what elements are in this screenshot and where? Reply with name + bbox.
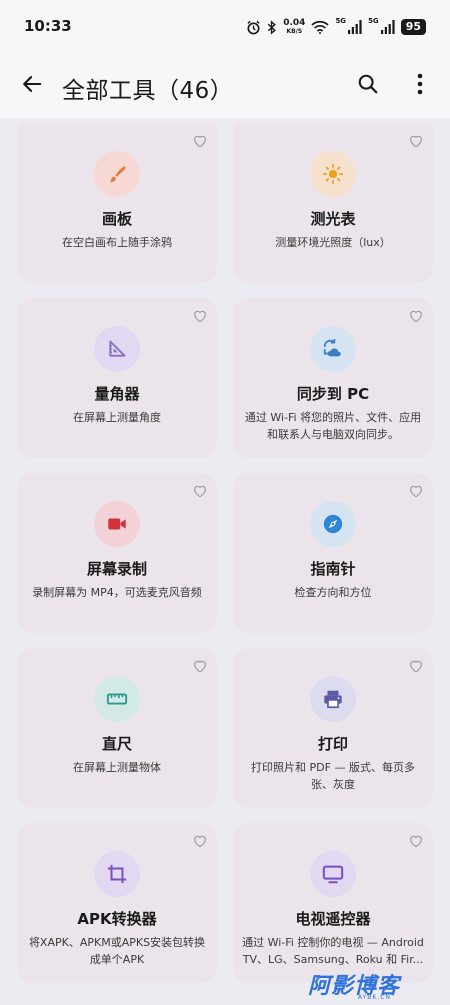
heart-icon[interactable] [408,133,424,149]
tool-icon-circle [310,676,356,722]
sync-cloud-icon [323,338,341,357]
page-title: 全部工具（46） [62,78,234,104]
tool-description: 测量环境光照度（lux） [275,236,391,249]
network-speed-value: 0.04 [283,18,306,28]
tool-description: 将XAPK、APKM或APKS安装包转换成单个APK [28,936,206,966]
tool-card-tv-remote[interactable]: 电视遥控器 通过 Wi-Fi 控制你的电视 — Android TV、LG、Sa… [233,823,433,983]
tool-description: 打印照片和 PDF — 版式、每页多张、灰度 [251,761,415,791]
heart-icon[interactable] [192,308,208,324]
tool-title: 电视遥控器 [295,910,371,928]
tool-card-compass[interactable]: 指南针 检查方向和方位 [233,473,433,633]
crop-icon [107,864,127,884]
tool-description: 通过 Wi-Fi 将您的照片、文件、应用和联系人与电脑双向同步。 [244,411,422,441]
tool-description: 通过 Wi-Fi 控制你的电视 — Android TV、LG、Samsung、… [242,936,424,966]
tool-title: 画板 [101,210,132,228]
tool-card-ruler[interactable]: 直尺 在屏幕上测量物体 [17,648,217,808]
printer-icon [324,690,342,709]
heart-icon[interactable] [408,308,424,324]
battery-indicator: 95 [400,19,426,35]
alarm-icon [246,20,261,35]
watermark-subtext: AYBK.CN [358,994,391,1001]
network-speed: 0.04 KB/S [283,18,306,36]
cell-signal-1-icon [348,20,362,34]
video-camera-icon [108,518,126,530]
tool-icon-circle [310,151,356,197]
set-square-icon [109,340,126,357]
tool-title: 指南针 [310,560,356,578]
heart-icon[interactable] [192,658,208,674]
tool-icon-circle [94,326,140,372]
heart-icon[interactable] [192,483,208,499]
sun-icon [322,163,344,185]
heart-icon[interactable] [192,833,208,849]
tool-card-print[interactable]: 打印 打印照片和 PDF — 版式、每页多张、灰度 [233,648,433,808]
tool-icon-circle [94,501,140,547]
tool-description: 在空白画布上随手涂鸦 [62,236,172,249]
heart-icon[interactable] [408,483,424,499]
tool-card-apk-converter[interactable]: APK转换器 将XAPK、APKM或APKS安装包转换成单个APK [17,823,217,983]
network-speed-unit: KB/S [286,28,303,35]
search-icon [358,74,378,94]
tool-card-protractor[interactable]: 量角器 在屏幕上测量角度 [17,298,217,458]
app-bar: 全部工具（46） [0,52,450,118]
tool-card-light-meter[interactable]: 测光表 测量环境光照度（lux） [233,123,433,283]
search-button[interactable] [350,66,386,102]
wifi-icon [311,20,330,34]
tool-title: 屏幕录制 [86,560,147,578]
tool-icon-circle [94,151,140,197]
tool-title: 同步到 PC [296,385,370,403]
tool-title: 量角器 [94,385,140,403]
bluetooth-icon [267,19,277,35]
arrow-left-icon [23,76,42,92]
tool-description: 录制屏幕为 MP4，可选麦克风音频 [32,586,202,599]
compass-icon [323,514,343,534]
tv-icon [322,865,344,884]
signal-1-label: 5G [335,17,347,25]
tool-card-sync-to-pc[interactable]: 同步到 PC 通过 Wi-Fi 将您的照片、文件、应用和联系人与电脑双向同步。 [233,298,433,458]
tool-description: 在屏幕上测量物体 [73,761,161,774]
heart-icon[interactable] [192,133,208,149]
tool-title: 直尺 [101,735,132,753]
heart-icon[interactable] [408,833,424,849]
tool-card-screen-recorder[interactable]: 屏幕录制 录制屏幕为 MP4，可选麦克风音频 [17,473,217,633]
more-vert-icon [417,73,423,95]
tools-grid: 画板 在空白画布上随手涂鸦 测光表 测量环境光照度（lux） 量角器 在屏幕上测… [17,123,435,983]
tool-card-drawing-board[interactable]: 画板 在空白画布上随手涂鸦 [17,123,217,283]
tool-description: 在屏幕上测量角度 [73,411,161,424]
tool-title: APK转换器 [77,910,157,928]
tool-title: 打印 [317,735,348,753]
status-time: 10:33 [24,17,72,35]
back-button[interactable] [14,66,50,102]
signal-2-label: 5G [368,17,379,25]
ruler-icon [106,693,128,705]
tool-icon-circle [310,851,356,897]
more-options-button[interactable] [402,66,438,102]
tool-title: 测光表 [310,210,356,228]
brush-icon [109,166,126,183]
cell-signal-2-icon [380,20,395,34]
tool-icon-circle [94,676,140,722]
status-bar: 10:33 0.04 KB/S 5G 5G 95 [0,0,450,52]
heart-icon[interactable] [408,658,424,674]
watermark-logo: 阿影博客 AYBK.CN [308,968,438,1002]
tool-icon-circle [310,326,356,372]
status-icons: 0.04 KB/S 5G 5G 95 [246,17,426,37]
tool-icon-circle [310,501,356,547]
tool-icon-circle [94,851,140,897]
tool-description: 检查方向和方位 [294,586,372,599]
